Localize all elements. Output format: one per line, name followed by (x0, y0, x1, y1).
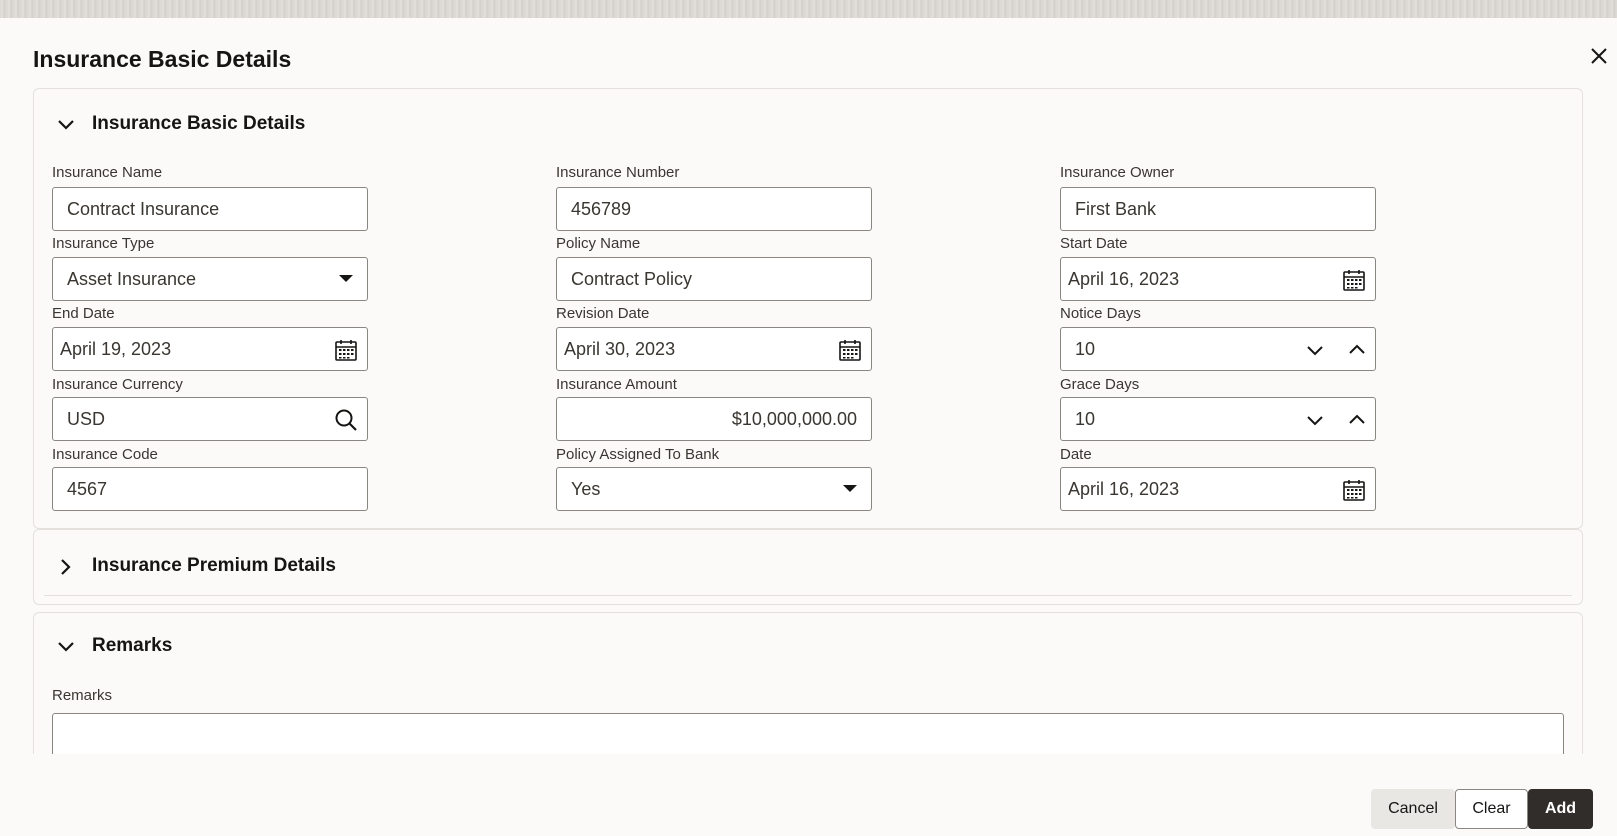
insurance-code-value: 4567 (67, 478, 108, 499)
insurance-amount-label: Insurance Amount (556, 376, 677, 393)
start-date-label: Start Date (1060, 235, 1128, 252)
chevron-down-icon (56, 637, 76, 657)
calendar-icon[interactable] (1341, 267, 1367, 293)
background-strip (0, 0, 1617, 18)
dialog-footer: Cancel Clear Add (0, 754, 1617, 836)
basic-details-header[interactable]: Insurance Basic Details (34, 89, 1582, 159)
policy-name-input[interactable]: Contract Policy (556, 257, 872, 301)
insurance-number-label: Insurance Number (556, 164, 680, 181)
remarks-panel: Remarks Remarks (33, 612, 1583, 754)
calendar-icon[interactable] (333, 337, 359, 363)
insurance-currency-input[interactable]: USD (52, 397, 368, 441)
grace-days-stepper[interactable]: 10 (1060, 397, 1376, 441)
end-date-label: End Date (52, 305, 115, 322)
calendar-icon[interactable] (837, 337, 863, 363)
revision-date-label: Revision Date (556, 305, 650, 322)
dialog-body[interactable]: Insurance Basic Details Insurance Name C… (0, 88, 1617, 754)
chevron-up-icon[interactable] (1347, 340, 1367, 360)
remarks-textarea[interactable] (52, 713, 1564, 754)
basic-details-title: Insurance Basic Details (92, 113, 306, 134)
insurance-number-input[interactable]: 456789 (556, 187, 872, 231)
insurance-amount-input[interactable]: $10,000,000.00 (556, 397, 872, 441)
revision-date-value: April 30, 2023 (564, 338, 676, 359)
premium-details-title: Insurance Premium Details (92, 555, 336, 576)
add-button[interactable]: Add (1528, 789, 1593, 829)
insurance-type-label: Insurance Type (52, 235, 155, 252)
grace-days-label: Grace Days (1060, 376, 1140, 393)
notice-days-stepper[interactable]: 10 (1060, 327, 1376, 371)
remarks-header[interactable]: Remarks (34, 613, 1582, 683)
insurance-number-value: 456789 (571, 198, 632, 219)
grace-days-value: 10 (1075, 408, 1096, 429)
remarks-title: Remarks (92, 635, 173, 656)
insurance-code-label: Insurance Code (52, 446, 158, 463)
basic-details-panel: Insurance Basic Details Insurance Name C… (33, 88, 1583, 529)
notice-days-value: 10 (1075, 338, 1096, 359)
dialog-title: Insurance Basic Details (33, 46, 292, 72)
policy-assigned-select[interactable]: Yes (556, 467, 872, 511)
chevron-down-icon (56, 115, 76, 135)
notice-days-label: Notice Days (1060, 305, 1141, 322)
premium-details-panel: Insurance Premium Details (33, 529, 1583, 605)
insurance-code-input[interactable]: 4567 (52, 467, 368, 511)
chevron-right-icon (56, 557, 76, 577)
search-icon[interactable] (333, 407, 359, 433)
calendar-icon[interactable] (1341, 477, 1367, 503)
chevron-down-icon[interactable] (1305, 340, 1325, 360)
end-date-value: April 19, 2023 (60, 338, 172, 359)
end-date-input[interactable]: April 19, 2023 (52, 327, 368, 371)
close-button[interactable] (1585, 42, 1613, 70)
insurance-amount-value: $10,000,000.00 (731, 408, 857, 429)
insurance-currency-label: Insurance Currency (52, 376, 183, 393)
chevron-up-icon[interactable] (1347, 410, 1367, 430)
insurance-owner-label: Insurance Owner (1060, 164, 1175, 181)
clear-button[interactable]: Clear (1455, 789, 1528, 829)
close-icon (1591, 48, 1607, 64)
insurance-owner-input[interactable]: First Bank (1060, 187, 1376, 231)
insurance-dialog: Insurance Basic Details Insurance Basic … (0, 18, 1617, 836)
chevron-down-icon[interactable] (1305, 410, 1325, 430)
policy-assigned-value: Yes (571, 478, 601, 499)
remarks-label: Remarks (52, 687, 113, 704)
insurance-currency-value: USD (67, 408, 106, 429)
date-input[interactable]: April 16, 2023 (1060, 467, 1376, 511)
policy-name-value: Contract Policy (571, 268, 693, 289)
insurance-owner-value: First Bank (1075, 198, 1157, 219)
start-date-value: April 16, 2023 (1068, 268, 1180, 289)
caret-down-icon (339, 275, 353, 282)
date-label: Date (1060, 446, 1092, 463)
insurance-type-value: Asset Insurance (67, 268, 197, 289)
insurance-name-label: Insurance Name (52, 164, 163, 181)
divider (44, 595, 1572, 596)
premium-details-header[interactable]: Insurance Premium Details (34, 530, 1582, 600)
start-date-input[interactable]: April 16, 2023 (1060, 257, 1376, 301)
insurance-type-select[interactable]: Asset Insurance (52, 257, 368, 301)
policy-name-label: Policy Name (556, 235, 641, 252)
insurance-name-value: Contract Insurance (67, 198, 220, 219)
revision-date-input[interactable]: April 30, 2023 (556, 327, 872, 371)
caret-down-icon (843, 485, 857, 492)
date-value: April 16, 2023 (1068, 478, 1180, 499)
policy-assigned-label: Policy Assigned To Bank (556, 446, 720, 463)
insurance-name-input[interactable]: Contract Insurance (52, 187, 368, 231)
cancel-button[interactable]: Cancel (1371, 789, 1455, 829)
